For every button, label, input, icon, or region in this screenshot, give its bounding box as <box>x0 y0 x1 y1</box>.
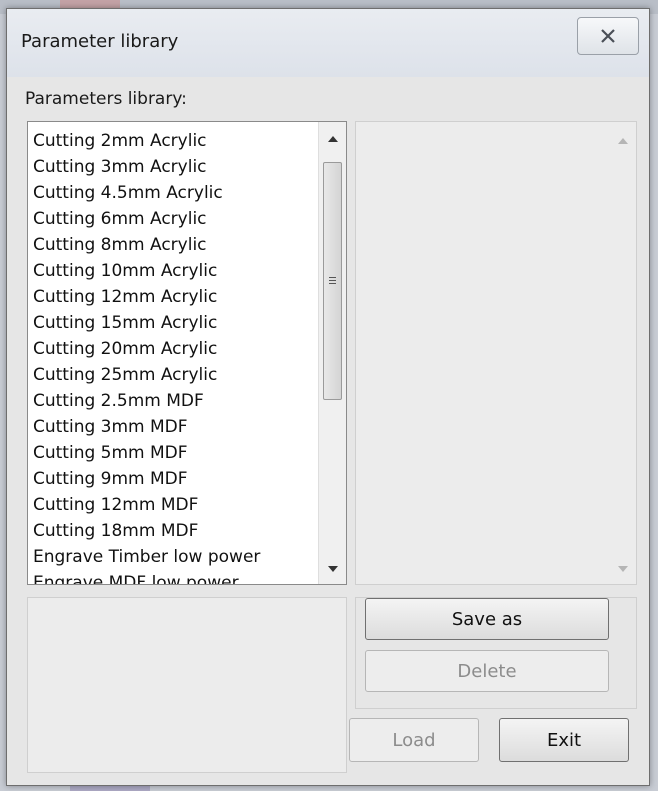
list-item[interactable]: Cutting 15mm Acrylic <box>28 310 318 336</box>
save-as-button[interactable]: Save as <box>365 598 609 640</box>
list-item[interactable]: Cutting 18mm MDF <box>28 518 318 544</box>
list-item[interactable]: Cutting 9mm MDF <box>28 466 318 492</box>
preview-panel <box>27 597 347 773</box>
list-item[interactable]: Cutting 25mm Acrylic <box>28 362 318 388</box>
list-item[interactable]: Cutting 12mm Acrylic <box>28 284 318 310</box>
list-item[interactable]: Cutting 12mm MDF <box>28 492 318 518</box>
close-button[interactable] <box>577 17 639 55</box>
list-item[interactable]: Cutting 6mm Acrylic <box>28 206 318 232</box>
listbox-scrollbar[interactable] <box>318 122 346 584</box>
list-item[interactable]: Cutting 10mm Acrylic <box>28 258 318 284</box>
parameters-list: Cutting 2mm Acrylic Cutting 3mm Acrylic Cu… <box>28 128 318 584</box>
list-item[interactable]: Cutting 4.5mm Acrylic <box>28 180 318 206</box>
scroll-down-arrow-icon <box>618 566 628 572</box>
close-icon <box>601 29 615 43</box>
list-item[interactable]: Cutting 2.5mm MDF <box>28 388 318 414</box>
scroll-up-arrow-icon <box>618 138 628 144</box>
exit-button[interactable]: Exit <box>499 718 629 762</box>
parameters-library-label: Parameters library: <box>25 89 187 109</box>
list-item[interactable]: Cutting 2mm Acrylic <box>28 128 318 154</box>
list-item[interactable]: Cutting 3mm MDF <box>28 414 318 440</box>
list-item[interactable]: Cutting 8mm Acrylic <box>28 232 318 258</box>
delete-button[interactable]: Delete <box>365 650 609 692</box>
dialog-titlebar[interactable]: Parameter library <box>7 9 649 77</box>
list-item[interactable]: Cutting 3mm Acrylic <box>28 154 318 180</box>
scrollbar-thumb[interactable] <box>323 162 342 400</box>
parameters-listbox[interactable]: Cutting 2mm Acrylic Cutting 3mm Acrylic Cu… <box>27 121 347 585</box>
list-item[interactable]: Engrave MDF low power <box>28 570 318 584</box>
dialog-title: Parameter library <box>21 31 179 52</box>
grip-icon <box>329 276 336 286</box>
parameter-details-panel <box>355 121 637 585</box>
list-item[interactable]: Cutting 5mm MDF <box>28 440 318 466</box>
load-button[interactable]: Load <box>349 718 479 762</box>
scroll-up-arrow-icon[interactable] <box>327 136 338 142</box>
list-item[interactable]: Engrave Timber low power <box>28 544 318 570</box>
list-item[interactable]: Cutting 20mm Acrylic <box>28 336 318 362</box>
scroll-down-arrow-icon[interactable] <box>327 566 338 572</box>
